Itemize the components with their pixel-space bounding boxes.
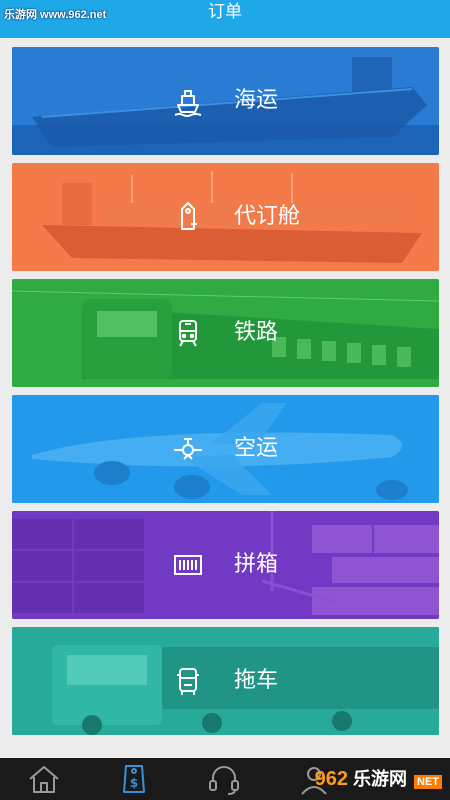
bottom-tab-bar: $ 962 乐游网 NET — [0, 758, 450, 800]
card-railway[interactable]: 铁路 — [12, 279, 439, 387]
card-label: 拖车 — [234, 668, 279, 693]
truck-icon — [177, 668, 199, 695]
card-label: 拼箱 — [234, 552, 279, 577]
container-icon — [174, 555, 202, 575]
page-title: 订单 — [208, 2, 242, 22]
brand-number: 962 — [314, 768, 348, 790]
home-icon[interactable] — [26, 762, 62, 796]
headset-icon[interactable] — [206, 762, 242, 796]
header-bar: 乐游网 www.962.net 订单 — [0, 0, 450, 38]
card-label: 代订舱 — [234, 204, 301, 229]
watermark-logo: 962 乐游网 NET — [315, 764, 442, 794]
order-icon[interactable]: $ — [116, 762, 152, 796]
card-label: 空运 — [234, 436, 279, 461]
card-sea-freight[interactable]: 海运 — [12, 47, 439, 155]
order-type-list: 海运 代订舱 铁路 空运 拼箱 拖车 — [12, 47, 439, 743]
brand-text: 乐游网 — [352, 769, 407, 789]
svg-text:$: $ — [130, 776, 138, 790]
card-booking[interactable]: 代订舱 — [12, 163, 439, 271]
airplane-icon — [174, 438, 202, 460]
ship-icon — [174, 90, 202, 117]
card-label: 海运 — [234, 88, 279, 113]
airplane-photo-bg — [12, 395, 439, 503]
card-air-freight[interactable]: 空运 — [12, 395, 439, 503]
train-photo-bg — [12, 279, 439, 387]
card-consolidation[interactable]: 拼箱 — [12, 511, 439, 619]
card-trucking[interactable]: 拖车 — [12, 627, 439, 735]
ship-photo-bg — [12, 47, 439, 155]
brand-net: NET — [414, 775, 442, 789]
truck-photo-bg — [12, 627, 439, 735]
booking-tag-icon — [181, 202, 197, 230]
containers-photo-bg — [12, 511, 439, 619]
cargo-ship-photo-bg — [12, 163, 439, 271]
train-icon — [179, 320, 197, 347]
card-label: 铁路 — [234, 320, 279, 345]
